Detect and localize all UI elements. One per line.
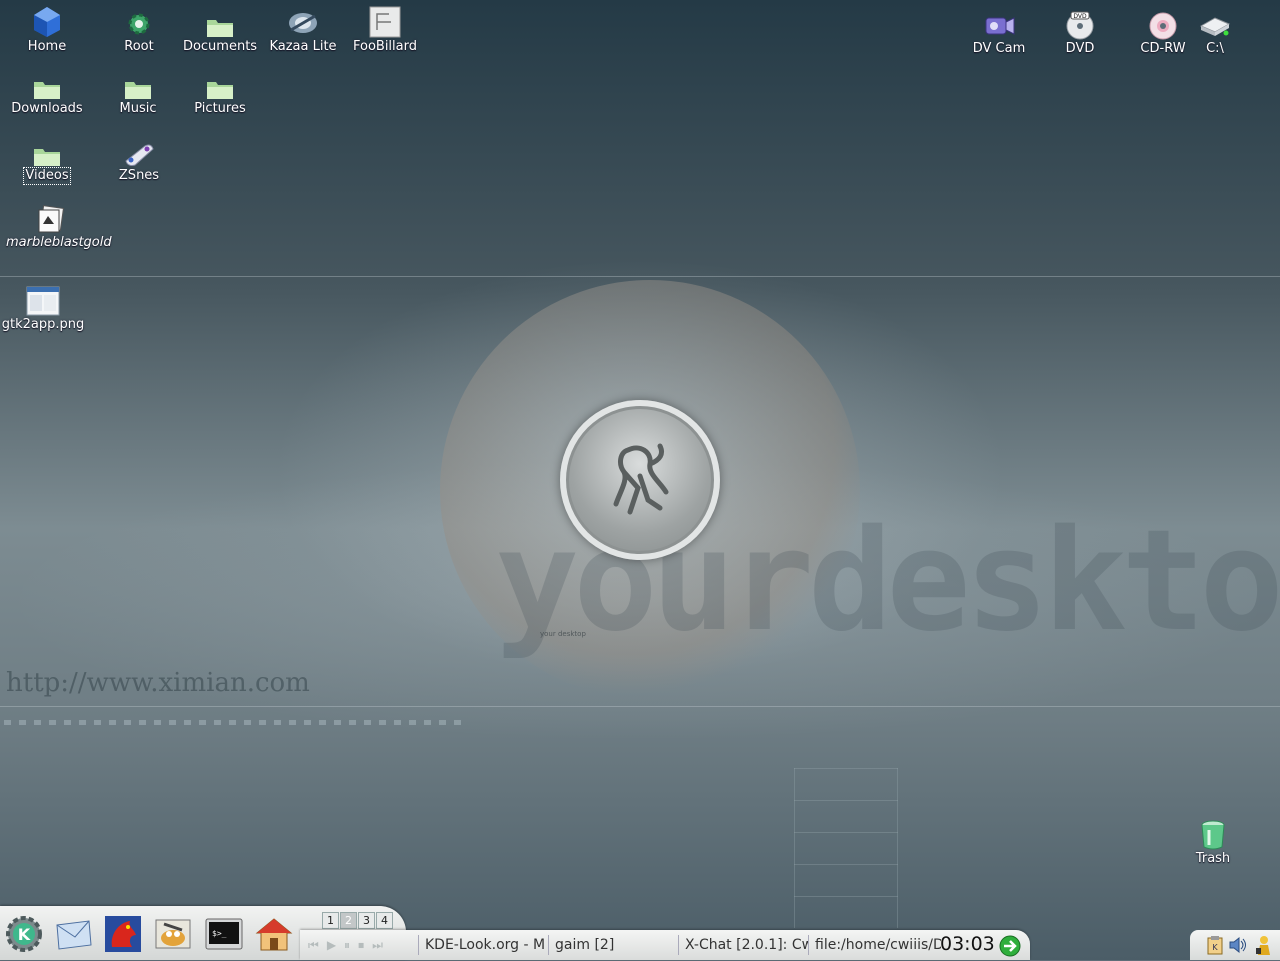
klipper-icon[interactable]: K [1205,934,1225,956]
pager-desktop-2[interactable]: 2 [340,912,357,929]
desktop-icon-videos[interactable]: Videos [2,133,92,185]
task-button[interactable]: file:/home/cwiiis/D [808,935,941,955]
media-previous-icon[interactable]: ⏮ [308,938,319,953]
desktop-icon-gtk2app[interactable]: gtk2app.png [0,282,88,333]
desktop-icon-label: Trash [1195,851,1231,866]
task-button[interactable]: gaim [2] [548,935,679,955]
desktop-icon-music[interactable]: Music [93,66,183,117]
desktop-icon-marbleblastgold[interactable]: marbleblastgold [6,200,112,251]
executable-icon [33,200,69,234]
image-file-icon [25,282,61,316]
desktop-icon-label: C:\ [1206,41,1224,56]
media-controls: ⏮ ▶ ⏸ ⏹ ⏭ [308,938,383,953]
kde-menu-icon[interactable]: K [4,914,44,954]
media-pause-icon[interactable]: ⏸ [344,938,350,953]
camcorder-icon [981,6,1017,40]
desktop-icon-documents[interactable]: Documents [175,4,265,55]
desktop-icon-label: DVD [1065,41,1095,56]
desktop-icon-label: Kazaa Lite [269,39,337,54]
desktop-icon-pictures[interactable]: Pictures [175,66,265,117]
media-next-icon[interactable]: ⏭ [372,938,383,953]
desktop-icon-dv-cam[interactable]: DV Cam [954,6,1044,57]
volume-icon[interactable] [1228,934,1248,956]
wallpaper-dashes [4,720,464,725]
svg-text:$>_: $>_ [212,929,227,938]
desktop-icon-trash[interactable]: Trash [1168,816,1258,867]
desktop-icon-label: Downloads [11,101,83,116]
user-icon[interactable] [1254,934,1274,956]
pager-desktop-4[interactable]: 4 [376,912,393,929]
folder-icon [29,133,65,167]
wallpaper: yourdesktop your desktop http://www.ximi… [0,0,1280,960]
desktop-icon-label: Music [119,101,157,116]
foobillard-icon [367,4,403,38]
media-stop-icon[interactable]: ⏹ [358,938,364,953]
wallpaper-url: http://www.ximian.com [6,668,310,698]
pager-desktop-3[interactable]: 3 [358,912,375,929]
task-button[interactable]: KDE-Look.org - M [418,935,549,955]
mozilla-icon[interactable] [103,914,143,954]
media-play-icon[interactable]: ▶ [327,938,336,953]
svg-text:K: K [18,925,31,944]
desktop-icon-label: Home [27,39,67,54]
svg-text:DVD: DVD [1073,13,1087,20]
folder-icon [202,66,238,100]
desktop-icon-foobillard[interactable]: FooBillard [340,4,430,55]
desktop-icon-label: Pictures [194,101,246,116]
task-button[interactable]: X-Chat [2.0.1]: Cw [678,935,809,955]
desktop-icon-dvd[interactable]: DVD DVD [1035,6,1125,57]
go-arrow-icon[interactable] [999,935,1021,957]
wallpaper-small-text: your desktop [540,630,586,638]
mail-icon[interactable] [54,914,94,954]
desktop-icon-label: DV Cam [972,41,1026,56]
desktop-icon-c-drive[interactable]: C:\ [1170,6,1260,57]
gamepad-icon [121,133,157,167]
terminal-icon[interactable]: $>_ [204,914,244,954]
ximian-monkey-logo-icon [560,400,720,560]
folder-icon [202,4,238,38]
desktop-icon-kazaa[interactable]: Kazaa Lite [258,4,348,55]
gear-icon [121,4,157,38]
dvd-disc-icon: DVD [1062,6,1098,40]
folder-icon [29,66,65,100]
gimp-icon[interactable] [153,914,193,954]
home-folder-icon[interactable] [254,914,294,954]
desktop-icon-label: Videos [23,167,71,185]
pager-desktop-1[interactable]: 1 [322,912,339,929]
desktop-icon-label: ZSnes [118,168,160,183]
kazaa-icon [285,4,321,38]
desktop-icon-label: marbleblastgold [6,235,112,250]
desktop-icon-zsnes[interactable]: ZSnes [94,133,184,184]
panel-clock[interactable]: 03:03 [940,933,995,955]
folder-icon [120,66,156,100]
desktop-icon-home[interactable]: Home [2,4,92,55]
wallpaper-ladder [794,768,898,928]
desktop-icon-label: gtk2app.png [1,317,85,332]
desktop-icon-label: FooBillard [352,39,417,54]
svg-text:K: K [1212,943,1218,952]
desktop-pager: 1 2 3 4 [322,912,393,929]
desktop-icon-downloads[interactable]: Downloads [2,66,92,117]
desktop-icon-label: Documents [182,39,258,54]
desktop-icon-label: Root [124,39,154,54]
wallpaper-line-bottom [0,706,1280,707]
desktop-icon-root[interactable]: Root [94,4,184,55]
hard-drive-icon [1197,6,1233,40]
trash-icon [1195,816,1231,850]
home-house-icon [29,4,65,38]
wallpaper-line-top [0,276,1280,277]
